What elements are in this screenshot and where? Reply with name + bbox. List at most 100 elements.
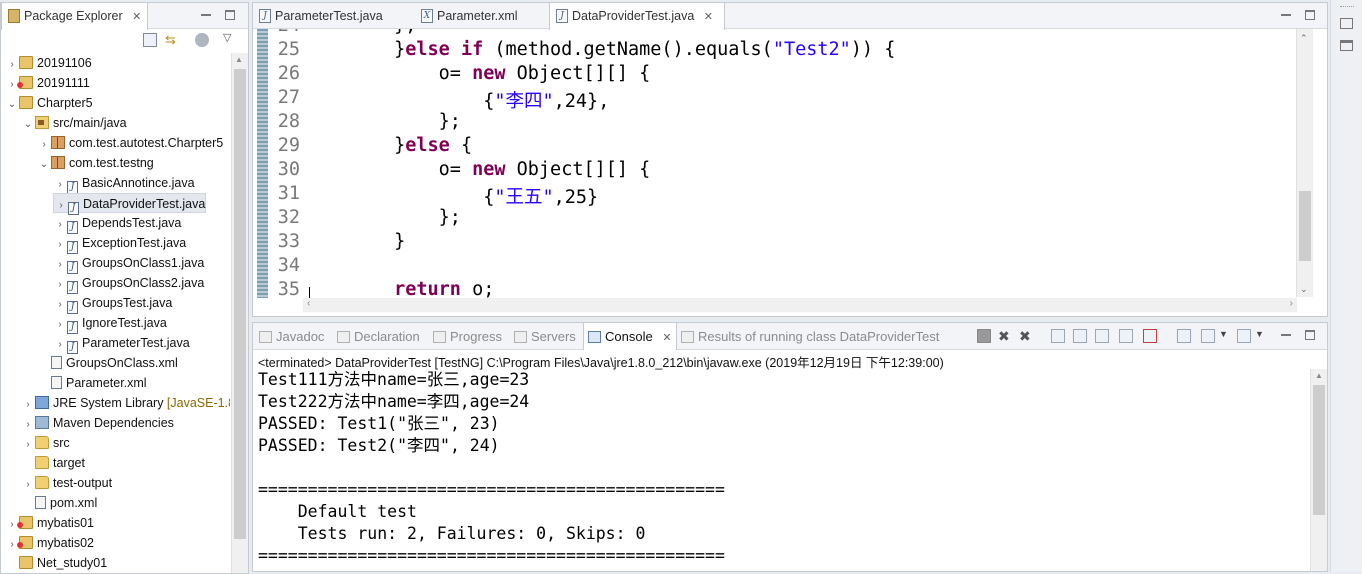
scroll-up-icon[interactable]: ▲ xyxy=(1315,371,1323,380)
expanded-arrow-icon[interactable]: ⌄ xyxy=(5,95,19,115)
string-token: "王五" xyxy=(494,187,554,208)
tree-item[interactable]: › J IgnoreTest.java xyxy=(53,313,167,335)
console-output[interactable]: Test111方法中name=张三,age=23 Test222方法中name=李… xyxy=(258,369,725,567)
tree-item[interactable]: › J DependsTest.java xyxy=(53,213,181,235)
collapsed-arrow-icon[interactable]: › xyxy=(53,335,67,355)
console-scroll-thumb[interactable] xyxy=(1313,385,1325,515)
tree-item[interactable]: ⌄ src/main/java xyxy=(21,113,127,133)
word-wrap-icon[interactable] xyxy=(1095,329,1109,343)
collapsed-arrow-icon[interactable]: › xyxy=(53,215,67,235)
minimize-icon[interactable] xyxy=(1281,330,1291,336)
tab-package-explorer[interactable]: Package Explorer ✕ xyxy=(1,3,149,30)
console-scrollbar[interactable]: ▲ xyxy=(1310,369,1327,571)
tree-item[interactable]: › J ExceptionTest.java xyxy=(53,233,186,255)
maximize-icon[interactable] xyxy=(1305,330,1315,340)
tree-item[interactable]: Parameter.xml xyxy=(37,373,147,393)
tree-item-label: IgnoreTest.java xyxy=(82,316,167,330)
tree-item[interactable]: › mybatis01 xyxy=(5,513,94,533)
expanded-arrow-icon[interactable]: ⌄ xyxy=(21,115,35,135)
collapsed-arrow-icon[interactable]: › xyxy=(53,295,67,315)
display-console-icon[interactable] xyxy=(1201,329,1215,343)
link-with-editor-icon[interactable]: ⇆ xyxy=(165,33,181,47)
filter-icon[interactable] xyxy=(195,33,209,47)
chevron-up-icon[interactable]: ⌃ xyxy=(1300,33,1308,44)
expanded-arrow-icon[interactable]: ⌄ xyxy=(37,155,51,175)
collapse-all-icon[interactable] xyxy=(143,33,157,47)
tree-item[interactable]: › J GroupsTest.java xyxy=(53,293,172,315)
tree-item[interactable]: › Maven Dependencies xyxy=(21,413,174,433)
tab-console[interactable]: Console ✕ xyxy=(583,323,677,350)
tree-item[interactable]: pom.xml xyxy=(21,493,97,513)
maximize-icon[interactable] xyxy=(1340,40,1353,51)
collapsed-arrow-icon[interactable]: › xyxy=(37,135,51,155)
tree-item[interactable]: › J GroupsOnClass2.java xyxy=(53,273,204,295)
explorer-scrollbar[interactable]: ▲ xyxy=(231,53,248,573)
tree-item[interactable]: › 20191106 xyxy=(5,53,92,73)
tree-item[interactable]: › J DataProviderTest.java xyxy=(53,193,207,215)
tree-item[interactable]: › src xyxy=(21,433,70,453)
close-icon[interactable]: ✕ xyxy=(704,4,713,30)
editor-scroll-thumb[interactable] xyxy=(1299,191,1311,261)
show-on-output-icon[interactable] xyxy=(1119,329,1133,343)
collapsed-arrow-icon[interactable]: › xyxy=(53,315,67,335)
editor-vscrollbar[interactable]: ⌃ ⌄ xyxy=(1296,29,1313,297)
tab-parametertest-java[interactable]: J ParameterTest.java xyxy=(253,3,415,29)
scroll-up-icon[interactable]: ▲ xyxy=(235,55,243,64)
maximize-icon[interactable] xyxy=(225,10,235,20)
collapsed-arrow-icon[interactable]: › xyxy=(21,435,35,455)
tree-item[interactable]: › 20191111 xyxy=(5,73,90,93)
pin-console-icon[interactable] xyxy=(1177,329,1191,343)
chevron-down-icon[interactable]: ▼ xyxy=(1255,329,1264,339)
tree-item[interactable]: GroupsOnClass.xml xyxy=(37,353,178,373)
close-icon[interactable]: ✕ xyxy=(662,325,671,352)
maximize-icon[interactable] xyxy=(1305,10,1315,20)
tab-javadoc[interactable]: Javadoc xyxy=(259,323,324,350)
tree-item[interactable]: › mybatis02 xyxy=(5,533,94,553)
tree-item[interactable]: › test-output xyxy=(21,473,112,493)
tab-parameter-xml[interactable]: X Parameter.xml xyxy=(415,3,549,29)
tree-item[interactable]: › com.test.autotest.Charpter5 xyxy=(37,133,223,153)
minimize-icon[interactable] xyxy=(201,10,211,16)
collapsed-arrow-icon[interactable]: › xyxy=(21,395,35,415)
view-menu-icon[interactable]: ▽ xyxy=(223,31,231,44)
show-on-error-icon[interactable] xyxy=(1143,329,1157,343)
tree-item[interactable]: › J GroupsOnClass1.java xyxy=(53,253,204,275)
terminate-icon[interactable] xyxy=(977,329,991,343)
tree-item[interactable]: target xyxy=(21,453,85,473)
restore-icon[interactable] xyxy=(1340,18,1353,29)
editor-hscrollbar[interactable]: ‹ › xyxy=(303,298,1297,312)
tree-item[interactable]: › JRE System Library [JavaSE-1.8] xyxy=(21,393,230,413)
tab-servers[interactable]: Servers xyxy=(514,323,576,350)
collapsed-arrow-icon[interactable]: › xyxy=(21,415,35,435)
scroll-lock-icon[interactable] xyxy=(1073,329,1087,343)
tree-item[interactable]: Net_study01 xyxy=(5,553,107,573)
remove-launch-icon[interactable]: ✖ xyxy=(998,329,1012,343)
chevron-down-icon[interactable]: ▼ xyxy=(1219,329,1228,339)
tab-dataprovidertest-java[interactable]: J DataProviderTest.java ✕ xyxy=(549,3,725,30)
collapsed-arrow-icon[interactable]: › xyxy=(53,235,67,255)
collapsed-arrow-icon[interactable]: › xyxy=(5,55,19,75)
code-area[interactable]: 24 };25 }else if (method.getName().equal… xyxy=(253,29,1297,298)
tab-declaration[interactable]: Declaration xyxy=(337,323,420,350)
minimize-icon[interactable] xyxy=(1281,10,1291,16)
tree-item[interactable]: ⌄ Charpter5 xyxy=(5,93,93,113)
collapsed-arrow-icon[interactable]: › xyxy=(53,255,67,275)
clear-console-icon[interactable] xyxy=(1051,329,1065,343)
explorer-scroll-thumb[interactable] xyxy=(234,69,246,539)
chevron-left-icon[interactable]: ‹ xyxy=(307,298,310,309)
collapsed-arrow-icon[interactable]: › xyxy=(21,475,35,495)
tab-progress[interactable]: Progress xyxy=(433,323,502,350)
tree-item[interactable]: ⌄ com.test.testng xyxy=(37,153,154,173)
collapsed-arrow-icon[interactable]: › xyxy=(53,275,67,295)
collapsed-arrow-icon[interactable]: › xyxy=(53,175,67,195)
code-token: Object[][] { xyxy=(505,63,651,84)
tree-item[interactable]: › J BasicAnnotince.java xyxy=(53,173,195,195)
open-console-icon[interactable] xyxy=(1237,329,1251,343)
chevron-down-icon[interactable]: ⌄ xyxy=(1300,284,1308,295)
tab-testng-results[interactable]: Results of running class DataProviderTes… xyxy=(681,323,939,350)
tree-item-label: Parameter.xml xyxy=(66,376,147,390)
chevron-right-icon[interactable]: › xyxy=(1290,298,1293,309)
close-icon[interactable]: ✕ xyxy=(132,4,141,30)
tree-item[interactable]: › J ParameterTest.java xyxy=(53,333,190,355)
remove-all-icon[interactable]: ✖ xyxy=(1019,329,1033,343)
